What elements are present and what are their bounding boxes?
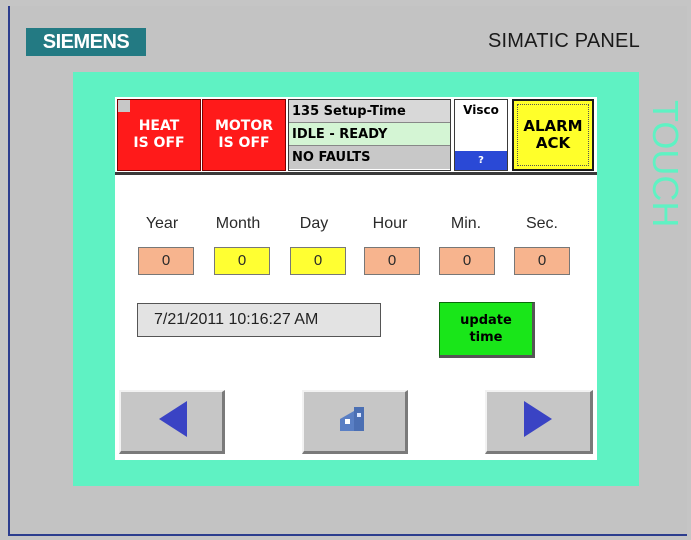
heat-button[interactable]: HEAT IS OFF — [117, 99, 201, 171]
siemens-logo: SIEMENS — [26, 28, 146, 56]
right-arrow-icon — [522, 399, 556, 444]
status-state: IDLE - READY — [289, 123, 450, 146]
hour-field[interactable]: 0 — [364, 247, 420, 275]
hmi-screen: HEAT IS OFF MOTOR IS OFF 135 Setup-Time … — [115, 97, 597, 460]
day-field[interactable]: 0 — [290, 247, 346, 275]
label-min: Min. — [450, 215, 482, 232]
left-arrow-icon — [155, 399, 189, 444]
home-icon — [338, 405, 372, 438]
status-setup-time: 135 Setup-Time — [289, 100, 450, 123]
status-display: 135 Setup-Time IDLE - READY NO FAULTS — [288, 99, 451, 171]
alarm-ack-button[interactable]: ALARM ACK — [512, 99, 594, 171]
visco-value: ? — [455, 151, 507, 170]
label-sec: Sec. — [525, 215, 558, 232]
motor-button-label: MOTOR IS OFF — [214, 118, 274, 151]
alarm-ack-label: ALARM ACK — [523, 117, 583, 152]
motor-button[interactable]: MOTOR IS OFF — [202, 99, 286, 171]
panel-model-label: SIMATIC PANEL — [488, 30, 640, 52]
touch-label: TOUCH — [645, 100, 686, 228]
month-field[interactable]: 0 — [214, 247, 270, 275]
label-day: Day — [299, 215, 329, 232]
label-year: Year — [145, 215, 179, 232]
heat-button-label: HEAT IS OFF — [133, 118, 185, 151]
home-button[interactable] — [302, 390, 408, 454]
update-time-button[interactable]: update time — [439, 302, 535, 358]
header-bar: HEAT IS OFF MOTOR IS OFF 135 Setup-Time … — [115, 97, 597, 175]
year-field[interactable]: 0 — [138, 247, 194, 275]
header-divider — [115, 172, 597, 175]
label-hour: Hour — [372, 215, 408, 232]
sec-field[interactable]: 0 — [514, 247, 570, 275]
next-screen-button[interactable] — [485, 390, 593, 454]
prev-screen-button[interactable] — [119, 390, 225, 454]
current-datetime-display: 7/21/2011 10:16:27 AM — [137, 303, 381, 337]
status-faults: NO FAULTS — [289, 146, 450, 169]
min-field[interactable]: 0 — [439, 247, 495, 275]
label-month: Month — [215, 215, 261, 232]
update-time-label: update time — [460, 313, 512, 345]
visco-label: Visco — [463, 103, 499, 117]
visco-panel[interactable]: Visco ? — [454, 99, 508, 171]
